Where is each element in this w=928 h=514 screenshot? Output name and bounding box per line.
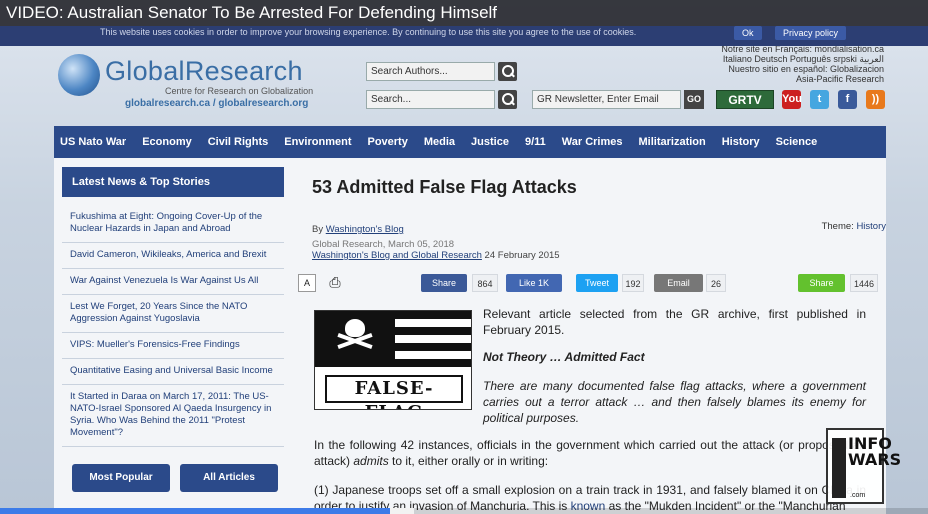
total-share-count: 1446 (850, 274, 878, 292)
article-quote: There are many documented false flag att… (483, 379, 866, 425)
search-authors-button[interactable] (498, 62, 517, 81)
source-link[interactable]: Washington's Blog and Global Research (312, 250, 482, 261)
email-count: 26 (706, 274, 726, 292)
facebook-like-button[interactable]: Like 1K (506, 274, 562, 292)
article-subhead: Not Theory … Admitted Fact (483, 350, 645, 364)
print-icon[interactable]: ⎙ (326, 274, 344, 292)
nav-item-poverty[interactable]: Poverty (367, 136, 407, 148)
video-buffer-bar (390, 508, 414, 514)
rss-icon[interactable]: )) (866, 90, 885, 109)
search-input[interactable]: Search... (366, 90, 495, 109)
nav-item-environment[interactable]: Environment (284, 136, 351, 148)
nav-item-justice[interactable]: Justice (471, 136, 509, 148)
facebook-share-count: 864 (472, 274, 498, 292)
privacy-policy-button[interactable]: Privacy policy (775, 26, 847, 40)
intro-paragraph: Relevant article selected from the GR ar… (483, 307, 866, 337)
font-size-icon[interactable]: A (298, 274, 316, 292)
infowars-watermark: INFO WARS .com (826, 428, 901, 504)
video-progress-bar[interactable] (0, 508, 390, 514)
sidebar-news-item[interactable]: War Against Venezuela Is War Against Us … (62, 269, 284, 295)
sidebar-news-item[interactable]: Quantitative Easing and Universal Basic … (62, 359, 284, 385)
watermark-sub: .com (850, 492, 866, 499)
cookie-text: This website uses cookies in order to im… (100, 27, 637, 37)
sidebar-news-item[interactable]: David Cameron, Wikileaks, America and Br… (62, 243, 284, 269)
newsletter-email-input[interactable]: GR Newsletter, Enter Email (532, 90, 681, 109)
twitter-tweet-button[interactable]: Tweet (576, 274, 618, 292)
video-title-bar: VIDEO: Australian Senator To Be Arrested… (0, 0, 928, 26)
author-link[interactable]: Washington's Blog (326, 224, 404, 235)
most-popular-button[interactable]: Most Popular (72, 464, 170, 492)
generic-share-button[interactable]: Share (798, 274, 845, 292)
site-urls[interactable]: globalresearch.ca / globalresearch.org (125, 98, 308, 109)
nav-item-economy[interactable]: Economy (142, 136, 192, 148)
nav-item-us-nato-war[interactable]: US Nato War (60, 136, 126, 148)
false-flag-image: FALSE-FLAG (314, 310, 472, 410)
nav-item-history[interactable]: History (722, 136, 760, 148)
article-title: 53 Admitted False Flag Attacks (312, 177, 577, 197)
search-button[interactable] (498, 90, 517, 109)
false-flag-label: FALSE-FLAG (325, 375, 463, 409)
sidebar-heading: Latest News & Top Stories (62, 167, 284, 197)
article-theme: Theme: History (821, 221, 886, 232)
nav-item-media[interactable]: Media (424, 136, 455, 148)
tweet-count: 192 (622, 274, 644, 292)
twitter-icon[interactable]: t (810, 90, 829, 109)
site-logo-subtitle: Centre for Research on Globalization (165, 86, 314, 96)
sidebar-news-item[interactable]: VIPS: Mueller's Forensics-Free Findings (62, 333, 284, 359)
sidebar-news-item[interactable]: Fukushima at Eight: Ongoing Cover-Up of … (62, 205, 284, 243)
main-nav: US Nato War Economy Civil Rights Environmen… (54, 126, 886, 158)
theme-link[interactable]: History (856, 221, 886, 232)
lang-other-links[interactable]: Italiano Deutsch Português srpski العربي… (721, 54, 884, 64)
skull-icon (345, 319, 365, 337)
nav-item-war-crimes[interactable]: War Crimes (562, 136, 623, 148)
published-date: Global Research, March 05, 2018 (312, 239, 455, 250)
video-title: VIDEO: Australian Senator To Be Arrested… (6, 3, 498, 22)
cookie-ok-button[interactable]: Ok (734, 26, 762, 40)
youtube-icon[interactable]: You (782, 90, 802, 109)
language-links: Notre site en Français: mondialisation.c… (721, 44, 884, 84)
search-authors-input[interactable]: Search Authors... (366, 62, 495, 81)
sidebar-news-list: Fukushima at Eight: Ongoing Cover-Up of … (62, 205, 284, 447)
globe-logo-icon[interactable] (58, 54, 100, 96)
newsletter-go-button[interactable]: GO (684, 90, 704, 109)
nav-item-9-11[interactable]: 9/11 (525, 136, 546, 148)
lang-spanish-link[interactable]: Nuestro sitio en español: Globalizacion (721, 64, 884, 74)
nav-item-militarization[interactable]: Militarization (639, 136, 706, 148)
grtv-button[interactable]: GRTV (716, 90, 774, 109)
watermark-text: INFO WARS (848, 434, 902, 469)
article-byline: By Washington's Blog (312, 224, 404, 235)
asia-pacific-link[interactable]: Asia-Pacific Research (721, 74, 884, 84)
site-logo-title[interactable]: GlobalResearch (105, 56, 303, 87)
email-share-button[interactable]: Email (654, 274, 703, 292)
cookie-bar: This website uses cookies in order to im… (0, 26, 928, 46)
facebook-share-button[interactable]: Share (421, 274, 467, 292)
facebook-icon[interactable]: f (838, 90, 857, 109)
nav-item-science[interactable]: Science (776, 136, 818, 148)
paragraph-1: In the following 42 instances, officials… (314, 438, 866, 468)
source-line: Washington's Blog and Global Research 24… (312, 250, 560, 261)
all-articles-button[interactable]: All Articles (180, 464, 278, 492)
nav-item-civil-rights[interactable]: Civil Rights (208, 136, 269, 148)
sidebar-news-item[interactable]: It Started in Daraa on March 17, 2011: T… (62, 385, 284, 447)
sidebar-news-item[interactable]: Lest We Forget, 20 Years Since the NATO … (62, 295, 284, 333)
